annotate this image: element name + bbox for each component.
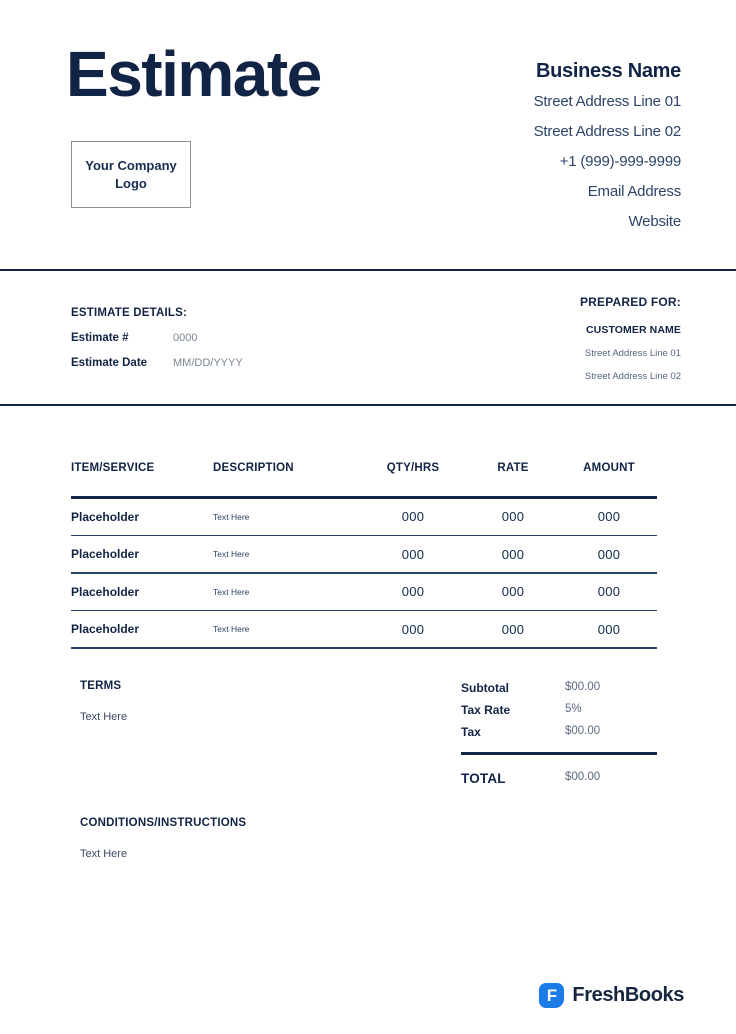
estimate-date-row: Estimate Date MM/DD/YYYY	[71, 357, 243, 369]
terms-title: TERMS	[80, 680, 122, 692]
tax-value: $00.00	[565, 725, 601, 737]
conditions-title: CONDITIONS/INSTRUCTIONS	[80, 817, 247, 829]
column-header-item: ITEM/SERVICE	[71, 462, 155, 474]
tax-rate-label: Tax Rate	[461, 703, 511, 717]
business-name: Business Name	[535, 60, 681, 82]
freshbooks-mark-letter: F	[546, 986, 558, 1005]
logo-placeholder-line-1: Your Company	[85, 157, 177, 173]
table-row[interactable]: Placeholder Text Here 000 000 000	[71, 499, 658, 535]
customer-name: CUSTOMER NAME	[585, 324, 681, 336]
subtotal-label: Subtotal	[461, 681, 509, 695]
page-title: Estimate	[66, 38, 322, 110]
cell-amount: 000	[597, 509, 621, 524]
estimate-date-value[interactable]: MM/DD/YYYY	[173, 357, 243, 369]
document-header: Estimate Your Company Logo Business Name…	[0, 0, 736, 270]
business-address-line-2: Street Address Line 02	[533, 123, 682, 140]
conditions-body[interactable]: Text Here	[80, 848, 480, 860]
cell-item: Placeholder	[71, 622, 140, 636]
estimate-number-value[interactable]: 0000	[173, 332, 197, 344]
tax-row: Tax $00.00	[461, 725, 657, 739]
totals-divider	[461, 752, 657, 755]
cell-qty: 000	[401, 621, 425, 637]
column-header-qty: QTY/HRS	[386, 462, 440, 474]
column-header-description: DESCRIPTION	[213, 462, 294, 474]
customer-address-line-1: Street Address Line 01	[584, 348, 681, 359]
estimate-details-title: ESTIMATE DETAILS:	[71, 307, 188, 319]
cell-item: Placeholder	[71, 547, 140, 561]
grand-total-row: TOTAL $00.00	[461, 771, 657, 786]
business-address-line-1: Street Address Line 01	[533, 93, 682, 110]
cell-qty: 000	[401, 509, 425, 524]
grand-total-value: $00.00	[565, 771, 601, 783]
prepared-for-title: PREPARED FOR:	[579, 295, 681, 309]
meta-section: ESTIMATE DETAILS: Estimate # 0000 Estima…	[0, 271, 736, 404]
table-row-rule	[71, 647, 657, 649]
cell-amount: 000	[597, 546, 621, 562]
estimate-document: Estimate Your Company Logo Business Name…	[0, 0, 736, 1034]
tax-rate-value[interactable]: 5%	[565, 703, 582, 717]
table-header-row: ITEM/SERVICE DESCRIPTION QTY/HRS RATE AM…	[71, 404, 658, 496]
cell-rate: 000	[501, 584, 525, 599]
cell-description: Text Here	[213, 511, 250, 522]
cell-rate: 000	[501, 509, 525, 524]
logo-placeholder-text: Your Company Logo	[85, 157, 177, 192]
business-phone: +1 (999)-999-9999	[559, 153, 681, 170]
business-info-block: Business Name Street Address Line 01 Str…	[533, 60, 682, 230]
totals-block: Subtotal $00.00 Tax Rate 5% Tax $00.00 T…	[461, 681, 657, 794]
tax-label: Tax	[461, 725, 481, 739]
cell-rate: 000	[501, 621, 525, 637]
estimate-details-block: ESTIMATE DETAILS: Estimate # 0000 Estima…	[71, 307, 243, 369]
terms-body[interactable]: Text Here	[80, 711, 410, 723]
tax-rate-row: Tax Rate 5%	[461, 703, 657, 717]
cell-description: Text Here	[213, 624, 250, 634]
estimate-date-label: Estimate Date	[71, 357, 148, 369]
conditions-block: CONDITIONS/INSTRUCTIONS Text Here	[80, 817, 480, 860]
table-row[interactable]: Placeholder Text Here 000 000 000	[71, 611, 658, 647]
table-row[interactable]: Placeholder Text Here 000 000 000	[71, 536, 658, 572]
cell-item: Placeholder	[71, 584, 140, 599]
logo-placeholder-line-2: Logo	[115, 175, 147, 191]
estimate-number-label: Estimate #	[71, 332, 129, 344]
terms-block: TERMS Text Here	[80, 680, 410, 723]
grand-total-label: TOTAL	[461, 771, 506, 786]
cell-item: Placeholder	[71, 509, 140, 524]
column-header-rate: RATE	[497, 462, 529, 474]
table-row[interactable]: Placeholder Text Here 000 000 000	[71, 574, 658, 610]
estimate-number-row: Estimate # 0000	[71, 332, 243, 344]
business-email: Email Address	[587, 183, 681, 200]
company-logo-placeholder[interactable]: Your Company Logo	[71, 141, 191, 208]
cell-qty: 000	[401, 584, 425, 599]
cell-amount: 000	[597, 621, 621, 637]
subtotal-row: Subtotal $00.00	[461, 681, 657, 695]
cell-rate: 000	[501, 546, 525, 562]
cell-description: Text Here	[213, 586, 250, 597]
cell-qty: 000	[401, 546, 425, 562]
freshbooks-wordmark: FreshBooks	[572, 984, 684, 1006]
prepared-for-block: PREPARED FOR: CUSTOMER NAME Street Addre…	[580, 295, 681, 382]
customer-address-line-2: Street Address Line 02	[584, 371, 681, 382]
subtotal-value: $00.00	[565, 681, 601, 693]
freshbooks-logo-icon: F	[539, 983, 565, 1008]
line-items-table: ITEM/SERVICE DESCRIPTION QTY/HRS RATE AM…	[0, 404, 736, 649]
cell-amount: 000	[597, 584, 621, 599]
column-header-amount: AMOUNT	[583, 462, 635, 474]
cell-description: Text Here	[213, 549, 250, 559]
freshbooks-branding[interactable]: F FreshBooks	[539, 983, 684, 1008]
business-website: Website	[628, 213, 681, 230]
